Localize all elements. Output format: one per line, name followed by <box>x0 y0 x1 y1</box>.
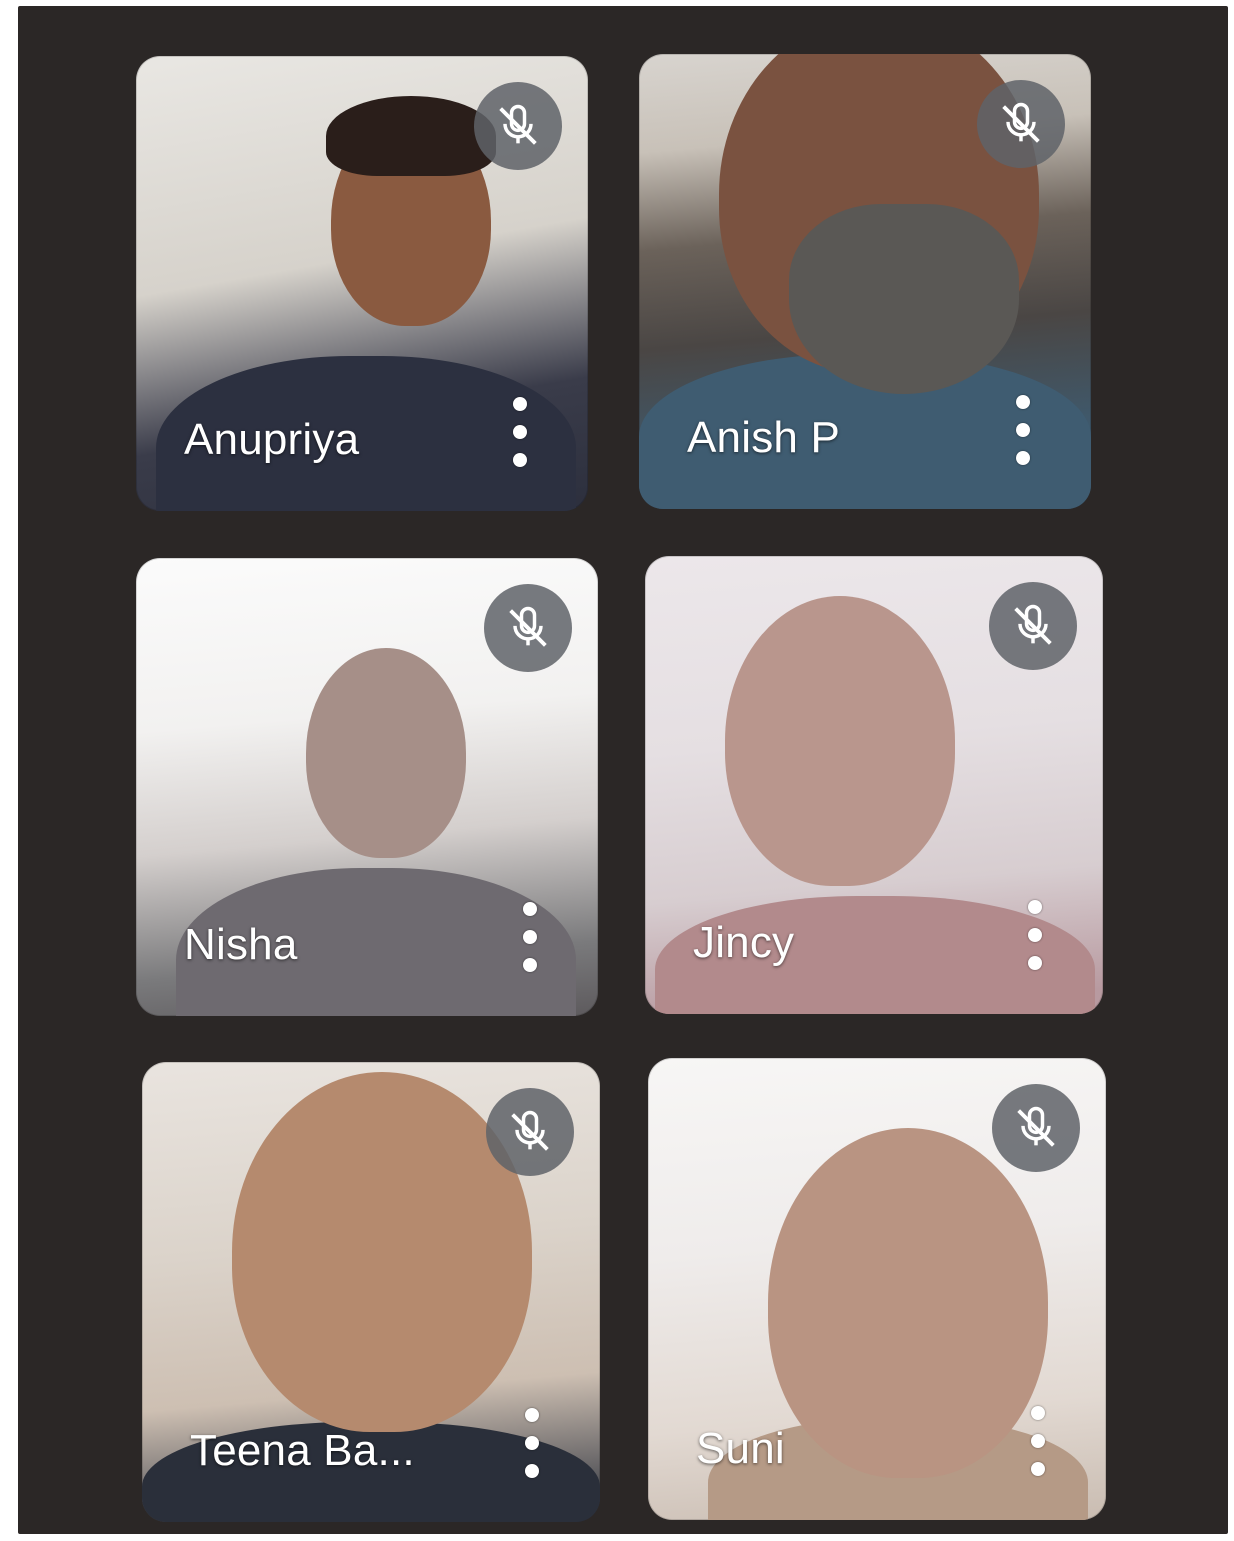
meeting-grid: Anupriya Anish P Nisha Jincy Teena Ba...… <box>18 6 1228 1534</box>
mic-off-icon <box>989 582 1077 670</box>
participant-name: Anupriya <box>184 415 360 464</box>
mic-off-icon <box>484 584 572 672</box>
mic-off-icon <box>992 1084 1080 1172</box>
participant-tile-anupriya[interactable]: Anupriya <box>136 56 588 511</box>
participant-tile-suni[interactable]: Suni <box>648 1058 1106 1520</box>
more-vert-icon[interactable] <box>518 902 542 972</box>
more-vert-icon[interactable] <box>1023 900 1047 970</box>
mic-off-icon <box>474 82 562 170</box>
participant-video-face <box>306 648 466 858</box>
participant-video-beard <box>789 204 1019 394</box>
participant-name: Nisha <box>184 920 298 969</box>
more-vert-icon[interactable] <box>520 1408 544 1478</box>
mic-off-icon <box>486 1088 574 1176</box>
participant-tile-anish-p[interactable]: Anish P <box>639 54 1091 509</box>
participant-tile-jincy[interactable]: Jincy <box>645 556 1103 1014</box>
more-vert-icon[interactable] <box>1011 395 1035 465</box>
participant-name: Jincy <box>693 918 795 967</box>
participant-tile-nisha[interactable]: Nisha <box>136 558 598 1016</box>
participant-video-face <box>768 1128 1048 1478</box>
participant-video-face <box>725 596 955 886</box>
participant-name: Anish P <box>687 413 841 462</box>
mic-off-icon <box>977 80 1065 168</box>
participant-tile-teena[interactable]: Teena Ba... <box>142 1062 600 1522</box>
more-vert-icon[interactable] <box>1026 1406 1050 1476</box>
participant-name: Suni <box>696 1424 785 1473</box>
participant-video-hair <box>326 96 496 176</box>
participant-name: Teena Ba... <box>190 1426 415 1475</box>
more-vert-icon[interactable] <box>508 397 532 467</box>
